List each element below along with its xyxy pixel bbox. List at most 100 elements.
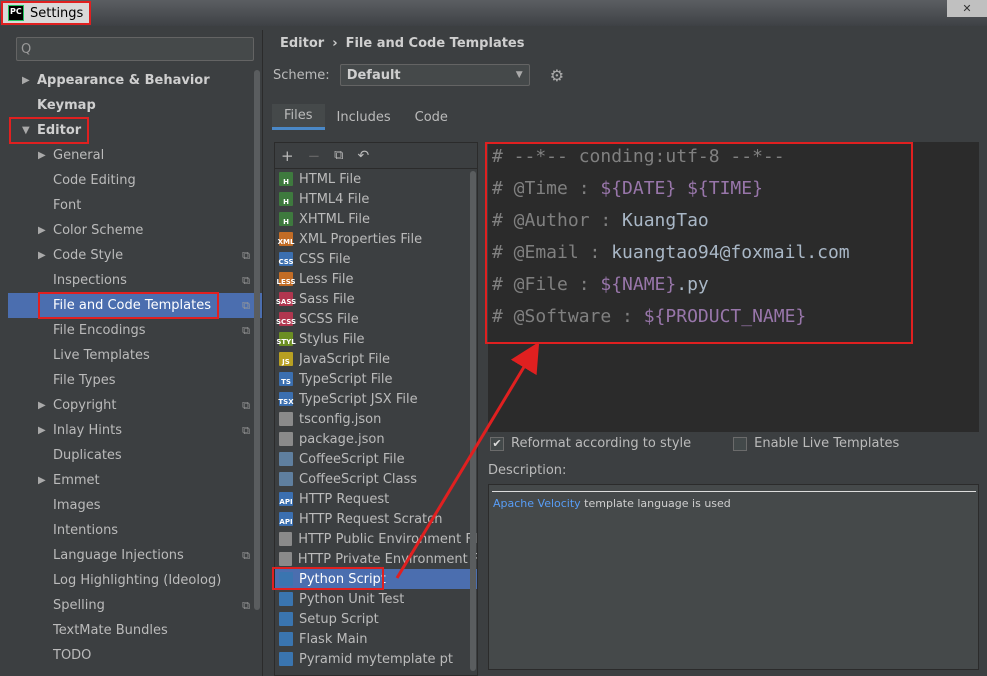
template-item[interactable]: STYL Stylus File <box>275 329 477 349</box>
template-item[interactable]: H HTML File <box>275 169 477 189</box>
template-item[interactable]: SCSS SCSS File <box>275 309 477 329</box>
velocity-link[interactable]: Apache Velocity <box>493 497 581 510</box>
reset-icon[interactable]: ↶ <box>357 148 369 164</box>
sidebar-item-label: Copyright <box>53 398 117 413</box>
sidebar-item-label: General <box>53 148 105 163</box>
file-type-icon <box>279 652 293 666</box>
template-name: Sass File <box>299 291 355 307</box>
template-name: HTTP Request <box>299 491 390 507</box>
live-templates-checkbox[interactable]: Enable Live Templates <box>733 436 899 451</box>
chevron-right-icon[interactable]: ▶ <box>38 150 46 161</box>
sidebar-item-color-scheme[interactable]: ▶ Color Scheme <box>8 218 262 243</box>
template-item[interactable]: Python Unit Test <box>275 589 477 609</box>
chevron-right-icon[interactable]: ▶ <box>38 475 46 486</box>
chevron-right-icon[interactable]: ▶ <box>22 75 30 86</box>
sidebar-item-inlay-hints[interactable]: ▶ Inlay Hints ⧉ <box>8 418 262 443</box>
template-item[interactable]: Setup Script <box>275 609 477 629</box>
sidebar-item-copyright[interactable]: ▶ Copyright ⧉ <box>8 393 262 418</box>
template-item[interactable]: Pyramid mytemplate pt <box>275 649 477 669</box>
file-type-icon: STYL <box>276 332 296 346</box>
template-item[interactable]: TSX TypeScript JSX File <box>275 389 477 409</box>
template-item[interactable]: HTTP Private Environment File <box>275 549 477 569</box>
file-type-icon: JS <box>279 352 293 366</box>
template-item[interactable]: H HTML4 File <box>275 189 477 209</box>
sidebar-item-code-style[interactable]: ▶ Code Style ⧉ <box>8 243 262 268</box>
gear-icon[interactable]: ⚙ <box>550 66 564 85</box>
template-name: Python Unit Test <box>299 591 405 607</box>
template-item[interactable]: CoffeeScript File <box>275 449 477 469</box>
template-name: tsconfig.json <box>299 411 382 427</box>
template-name: HTTP Public Environment File <box>298 531 477 547</box>
scheme-dropdown[interactable]: Default ▼ <box>339 64 530 86</box>
sidebar-item-live-templates[interactable]: Live Templates <box>8 343 262 368</box>
template-name: Less File <box>299 271 354 287</box>
sidebar-item-label: Code Editing <box>53 173 136 188</box>
tab-includes[interactable]: Includes <box>325 104 403 130</box>
sidebar-item-file-and-code-templates[interactable]: File and Code Templates ⧉ <box>8 292 262 319</box>
reformat-checkbox[interactable]: ✔ Reformat according to style <box>490 436 691 451</box>
sidebar-item-inspections[interactable]: Inspections ⧉ <box>8 268 262 293</box>
file-type-icon: XML <box>278 232 294 246</box>
copy-icon[interactable]: ⧉ <box>334 148 343 163</box>
chevron-right-icon[interactable]: ▶ <box>38 425 46 436</box>
list-scrollbar[interactable] <box>470 171 476 671</box>
tab-code[interactable]: Code <box>403 104 460 130</box>
file-type-icon: API <box>279 492 293 506</box>
template-item[interactable]: API HTTP Request <box>275 489 477 509</box>
template-item[interactable]: H XHTML File <box>275 209 477 229</box>
template-editor[interactable]: # --*-- conding:utf-8 --*-- # @Time : ${… <box>485 142 979 432</box>
sidebar-item-editor[interactable]: ▼ Editor <box>8 117 262 144</box>
breadcrumb-current: File and Code Templates <box>345 36 525 51</box>
template-name: XHTML File <box>299 211 370 227</box>
highlight-box <box>38 292 219 319</box>
template-item[interactable]: TS TypeScript File <box>275 369 477 389</box>
sidebar-item-intentions[interactable]: Intentions <box>8 518 262 543</box>
sidebar-item-general[interactable]: ▶ General <box>8 143 262 168</box>
template-item[interactable]: Python Script <box>272 567 477 590</box>
sidebar-item-label: Images <box>53 498 101 513</box>
template-item[interactable]: LESS Less File <box>275 269 477 289</box>
file-type-icon <box>279 432 293 446</box>
sidebar-item-emmet[interactable]: ▶ Emmet <box>8 468 262 493</box>
highlight-box <box>9 117 89 144</box>
breadcrumb-parent[interactable]: Editor <box>280 36 324 51</box>
sidebar-scrollbar[interactable] <box>254 70 260 610</box>
chevron-right-icon[interactable]: ▶ <box>38 400 46 411</box>
description-text: Apache Velocity template language is use… <box>493 497 731 510</box>
chevron-right-icon[interactable]: ▶ <box>38 250 46 261</box>
sidebar-item-todo[interactable]: TODO <box>8 643 262 668</box>
template-item[interactable]: Flask Main <box>275 629 477 649</box>
template-item[interactable]: CoffeeScript Class <box>275 469 477 489</box>
sidebar-item-font[interactable]: Font <box>8 193 262 218</box>
template-name: HTTP Request Scratch <box>299 511 443 527</box>
template-item[interactable]: JS JavaScript File <box>275 349 477 369</box>
sidebar-item-file-types[interactable]: File Types <box>8 368 262 393</box>
template-item[interactable]: API HTTP Request Scratch <box>275 509 477 529</box>
sidebar-item-keymap[interactable]: Keymap <box>8 93 262 118</box>
remove-icon[interactable]: − <box>308 147 321 165</box>
sidebar-item-appearance-behavior[interactable]: ▶ Appearance & Behavior <box>8 68 262 93</box>
template-item[interactable]: CSS CSS File <box>275 249 477 269</box>
tab-files[interactable]: Files <box>272 104 325 130</box>
sidebar-item-duplicates[interactable]: Duplicates <box>8 443 262 468</box>
sidebar-item-spelling[interactable]: Spelling ⧉ <box>8 593 262 618</box>
sidebar-item-language-injections[interactable]: Language Injections ⧉ <box>8 543 262 568</box>
template-item[interactable]: SASS Sass File <box>275 289 477 309</box>
template-item[interactable]: XML XML Properties File <box>275 229 477 249</box>
template-name: package.json <box>299 431 385 447</box>
chevron-right-icon[interactable]: ▶ <box>38 225 46 236</box>
file-type-icon: TS <box>279 372 293 386</box>
sidebar-item-textmate-bundles[interactable]: TextMate Bundles <box>8 618 262 643</box>
add-icon[interactable]: + <box>281 147 294 165</box>
search-input[interactable]: Q <box>16 37 254 61</box>
sidebar-item-log-highlighting-ideolog[interactable]: Log Highlighting (Ideolog) <box>8 568 262 593</box>
sidebar-item-file-encodings[interactable]: File Encodings ⧉ <box>8 318 262 343</box>
template-item[interactable]: package.json <box>275 429 477 449</box>
template-item[interactable]: HTTP Public Environment File <box>275 529 477 549</box>
sidebar-item-code-editing[interactable]: Code Editing <box>8 168 262 193</box>
file-type-icon: LESS <box>277 272 296 286</box>
main-panel: Editor › File and Code Templates Scheme:… <box>264 26 987 676</box>
template-item[interactable]: tsconfig.json <box>275 409 477 429</box>
close-button[interactable]: ✕ <box>947 0 987 17</box>
sidebar-item-images[interactable]: Images <box>8 493 262 518</box>
